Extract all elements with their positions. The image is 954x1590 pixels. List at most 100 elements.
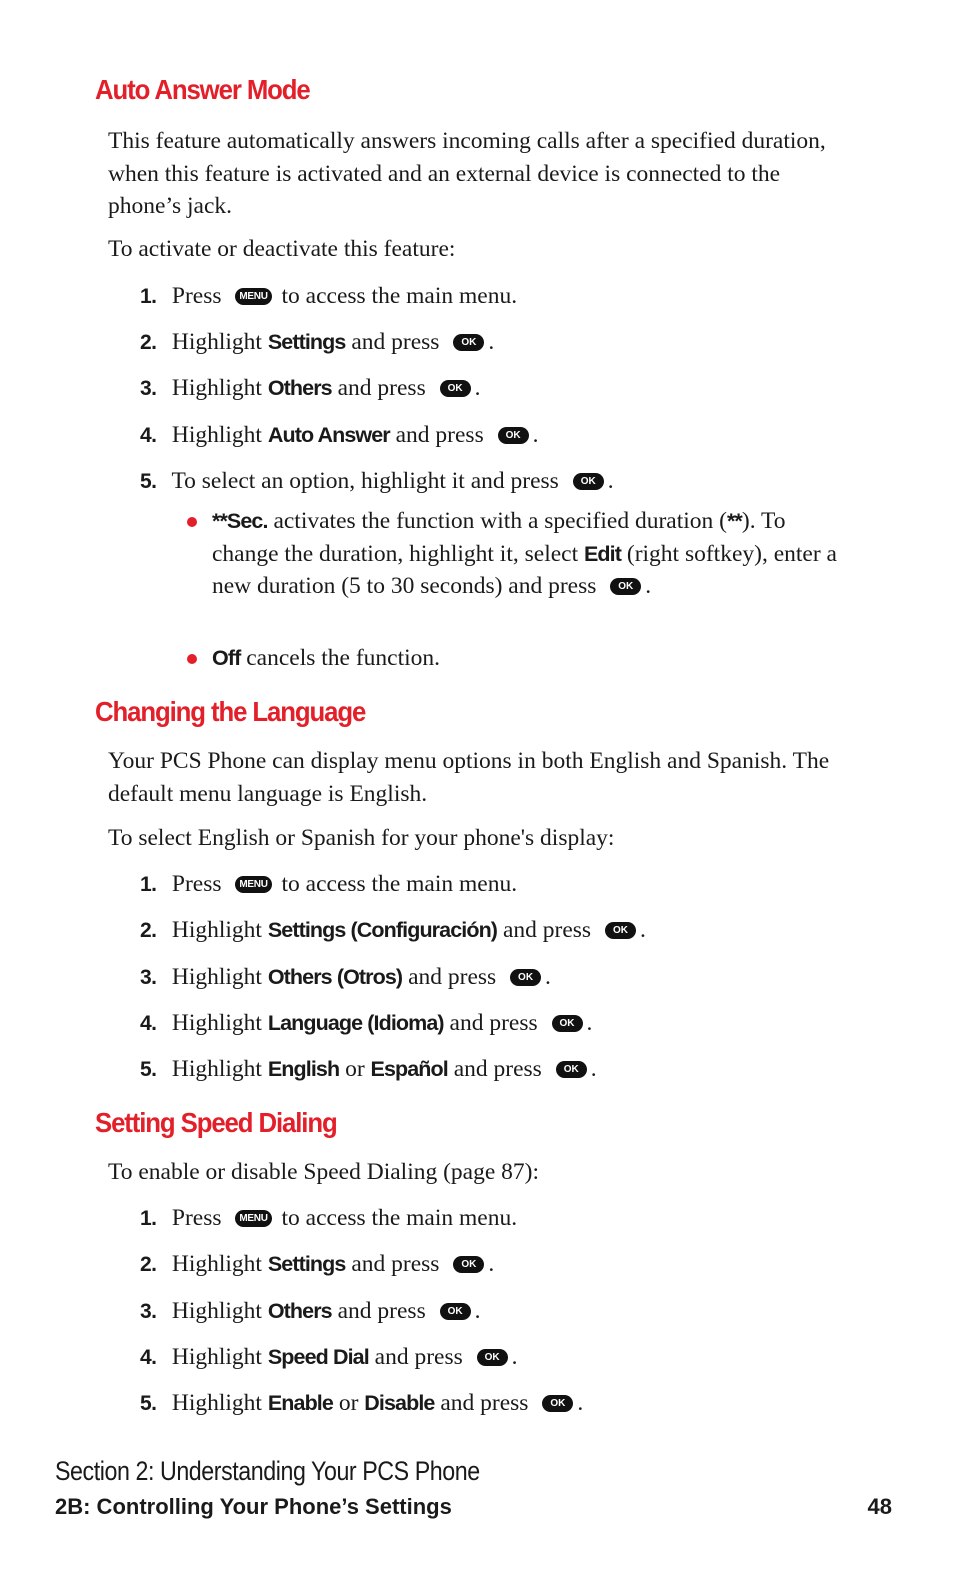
step-text: and press <box>374 1344 463 1370</box>
auto-answer-intro: This feature automatically answers incom… <box>108 128 826 219</box>
step-text: Press <box>171 1205 222 1231</box>
ok-key-icon: OK <box>453 334 485 351</box>
language-step-2: 2. Highlight Settings (Configuración) an… <box>140 914 646 947</box>
menu-item-name: Settings <box>267 330 347 354</box>
bullet-text: cancels the function. <box>246 645 441 671</box>
ok-key-icon: OK <box>572 473 604 490</box>
step-text: Highlight <box>171 1298 262 1324</box>
speed-dial-step-4: 4. Highlight Speed Dial and press OK. <box>140 1341 518 1374</box>
auto-answer-step-1: 1. Press MENU to access the main menu. <box>140 280 517 313</box>
step-text: and press <box>351 1251 440 1277</box>
ok-key-icon: OK <box>551 1015 583 1032</box>
step-text: Press <box>171 871 222 897</box>
speed-dial-step-3: 3. Highlight Others and press OK. <box>140 1295 480 1328</box>
ok-key-icon: OK <box>555 1061 587 1078</box>
manual-page: Auto Answer Mode This feature automatica… <box>0 0 954 1590</box>
auto-answer-step-2: 2. Highlight Settings and press OK. <box>140 326 494 359</box>
bullet-bold: ** <box>726 509 743 533</box>
step-text: to access the main menu. <box>281 1205 518 1231</box>
speed-dial-step-5: 5. Highlight Enable or Disable and press… <box>140 1387 583 1420</box>
step-text: and press <box>337 375 426 401</box>
speed-dial-step-2: 2. Highlight Settings and press OK. <box>140 1248 494 1281</box>
language-lead: To select English or Spanish for your ph… <box>108 825 615 851</box>
ok-key-icon: OK <box>476 1349 508 1366</box>
step-text: and press <box>440 1390 529 1416</box>
step-text: Highlight <box>171 964 262 990</box>
language-step-5: 5. Highlight English or Español and pres… <box>140 1053 597 1086</box>
step-number: 5. <box>140 470 157 493</box>
step-number: 5. <box>140 1058 157 1081</box>
step-text: To select an option, highlight it and pr… <box>171 468 559 494</box>
option-name: Off <box>212 646 241 670</box>
auto-answer-step-3: 3. Highlight Others and press OK. <box>140 372 480 405</box>
step-number: 3. <box>140 966 157 989</box>
bullet-off-option: Off cancels the function. <box>187 642 852 675</box>
step-text: and press <box>453 1056 542 1082</box>
step-number: 3. <box>140 1300 157 1323</box>
auto-answer-lead: To activate or deactivate this feature: <box>108 236 456 262</box>
ok-key-icon: OK <box>510 969 542 986</box>
menu-item-name: Others (Otros) <box>267 965 403 989</box>
language-intro: Your PCS Phone can display menu options … <box>108 748 830 807</box>
menu-item-name: Others <box>267 1299 333 1323</box>
step-text: to access the main menu. <box>281 283 518 309</box>
ok-key-icon: OK <box>610 578 642 595</box>
step-number: 2. <box>140 919 157 942</box>
step-number: 4. <box>140 424 157 447</box>
step-number: 1. <box>140 873 157 896</box>
step-text: or <box>345 1056 365 1082</box>
bullet-sec-option: **Sec. activates the function with a spe… <box>187 505 852 603</box>
menu-key-icon: MENU <box>235 1210 272 1227</box>
step-text: and press <box>502 917 592 943</box>
menu-item-name: Settings (Configuración) <box>267 918 498 942</box>
section-heading-speed-dialing: Setting Speed Dialing <box>95 1107 338 1138</box>
step-text: and press <box>408 964 497 990</box>
section-heading-language: Changing the Language <box>95 696 366 727</box>
footer-chapter-title: 2B: Controlling Your Phone’s Settings <box>55 1494 452 1519</box>
step-number: 1. <box>140 285 157 308</box>
menu-item-name: English <box>267 1057 340 1081</box>
step-text: and press <box>449 1010 538 1036</box>
step-text: Highlight <box>171 329 262 355</box>
step-text: Highlight <box>171 1010 262 1036</box>
step-text: Highlight <box>171 917 262 943</box>
step-text: Highlight <box>171 375 262 401</box>
step-text: Highlight <box>171 1344 262 1370</box>
menu-item-name: Auto Answer <box>267 423 391 447</box>
step-number: 1. <box>140 1207 157 1230</box>
ok-key-icon: OK <box>439 380 471 397</box>
step-text: and press <box>351 329 440 355</box>
step-number: 4. <box>140 1012 157 1035</box>
ok-key-icon: OK <box>453 1256 485 1273</box>
step-number: 2. <box>140 1253 157 1276</box>
menu-key-icon: MENU <box>235 288 272 305</box>
section-heading-auto-answer: Auto Answer Mode <box>95 74 311 105</box>
step-text: Highlight <box>171 1251 262 1277</box>
menu-item-name: Enable <box>267 1391 334 1415</box>
speed-dial-step-1: 1. Press MENU to access the main menu. <box>140 1202 517 1235</box>
menu-item-name: Español <box>370 1057 449 1081</box>
step-text: and press <box>337 1298 426 1324</box>
menu-key-icon: MENU <box>235 876 272 893</box>
step-number: 2. <box>140 331 157 354</box>
ok-key-icon: OK <box>542 1395 574 1412</box>
step-number: 3. <box>140 377 157 400</box>
menu-item-name: Speed Dial <box>267 1345 370 1369</box>
menu-item-name: Others <box>267 376 333 400</box>
step-text: Highlight <box>171 1390 262 1416</box>
bullet-icon <box>187 654 197 664</box>
bullet-icon <box>187 517 197 527</box>
footer-section-title: Section 2: Understanding Your PCS Phone <box>55 1456 480 1486</box>
step-text: Highlight <box>171 422 262 448</box>
step-text: and press <box>395 422 484 448</box>
language-step-1: 1. Press MENU to access the main menu. <box>140 868 517 901</box>
page-number: 48 <box>867 1494 892 1519</box>
speed-dial-lead: To enable or disable Speed Dialing (page… <box>108 1159 540 1185</box>
softkey-name: Edit <box>583 541 622 566</box>
step-number: 5. <box>140 1392 157 1415</box>
option-name: **Sec. <box>212 509 268 533</box>
menu-item-name: Settings <box>267 1252 347 1276</box>
menu-item-name: Disable <box>364 1391 435 1415</box>
auto-answer-step-4: 4. Highlight Auto Answer and press OK. <box>140 419 538 452</box>
auto-answer-step-5: 5. To select an option, highlight it and… <box>140 465 614 498</box>
